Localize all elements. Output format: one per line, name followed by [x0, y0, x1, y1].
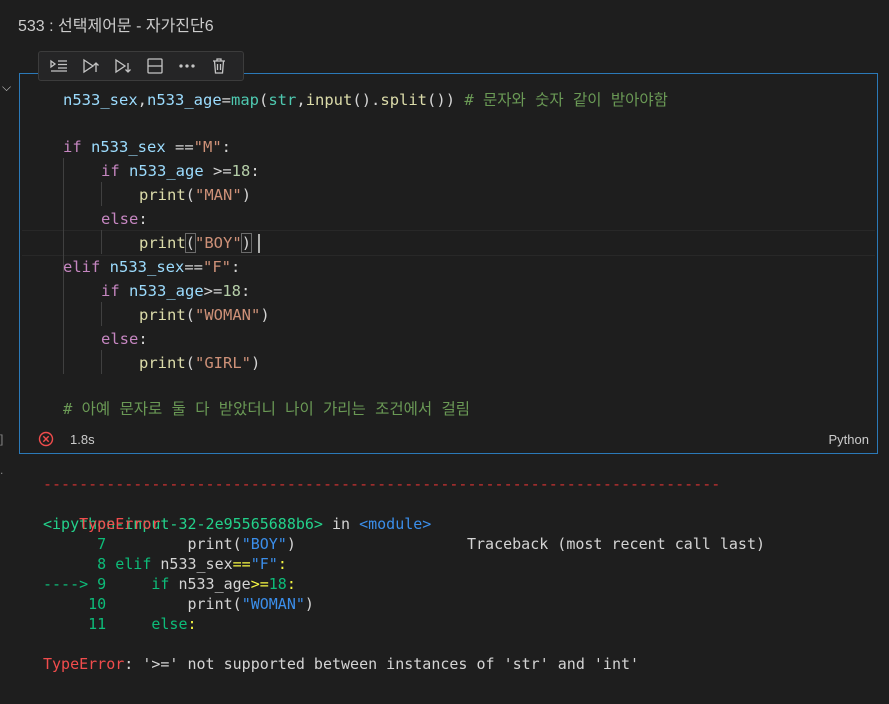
traceback-line-9: ----> 9 if n533_age>=18: [43, 575, 296, 593]
code-line-4: if n533_age >=18: [101, 162, 260, 180]
execution-count-bracket: ] [0, 432, 4, 446]
code-line-8: elif n533_sex=="F": [63, 258, 241, 276]
indent-guide [101, 182, 102, 206]
code-line-14: # 아예 문자로 둘 다 받았더니 나이 가리는 조건에서 걸림 [63, 400, 471, 418]
delete-cell-button[interactable] [203, 53, 235, 79]
output-marker: . [0, 463, 4, 477]
error-message: TypeError: '>=' not supported between in… [43, 655, 640, 673]
delete-icon [213, 58, 225, 74]
cell-toolbar [38, 51, 244, 81]
code-line-9: if n533_age>=18: [101, 282, 251, 300]
cell-status-bar: 1.8s Python [20, 426, 877, 452]
code-line-10: print("WOMAN") [139, 306, 270, 324]
code-line-6: else: [101, 210, 148, 228]
execute-above-icon [83, 58, 99, 74]
code-cell[interactable]: n533_sex,n533_age=map(str,input().split(… [19, 73, 878, 454]
indent-guide [101, 350, 102, 374]
traceback-separator: ----------------------------------------… [43, 475, 721, 493]
indent-guide [101, 302, 102, 326]
execute-below-button[interactable] [107, 53, 139, 79]
notebook-cell-title: 533 : 선택제어문 - 자가진단6 [18, 18, 214, 35]
traceback-location: <ipython-input-32-2e95565688b6> in <modu… [43, 515, 432, 533]
split-cell-button[interactable] [139, 53, 171, 79]
run-by-line-icon [50, 59, 67, 72]
indent-guide [63, 278, 64, 374]
more-icon [179, 64, 195, 68]
language-picker[interactable]: Python [829, 432, 869, 447]
traceback-line-11: 11 else: [43, 615, 197, 633]
cell-output: ----------------------------------------… [43, 474, 873, 674]
execution-time: 1.8s [70, 432, 95, 447]
traceback-line-10: 10 print("WOMAN") [43, 595, 314, 613]
code-editor[interactable]: n533_sex,n533_age=map(str,input().split(… [21, 74, 876, 424]
collapse-chevron-icon[interactable]: ⌵ [2, 80, 11, 95]
split-cell-icon [147, 58, 163, 74]
code-line-5: print("MAN") [139, 186, 252, 204]
code-line-12: print("GIRL") [139, 354, 261, 372]
more-actions-button[interactable] [171, 53, 203, 79]
error-circle-icon [38, 431, 54, 447]
traceback-line-8: 8 elif n533_sex=="F": [43, 555, 287, 573]
traceback-header: TypeError Traceback (most recent call la… [79, 515, 765, 553]
code-line-1: n533_sex,n533_age=map(str,input().split(… [63, 91, 668, 109]
code-line-11: else: [101, 330, 148, 348]
run-by-line-button[interactable] [43, 53, 75, 79]
execute-below-icon [115, 58, 131, 74]
text-cursor [258, 234, 260, 253]
execute-above-button[interactable] [75, 53, 107, 79]
code-line-3: if n533_sex =="M": [63, 138, 232, 156]
code-line-7: print("BOY") [139, 233, 253, 253]
indent-guide [101, 230, 102, 254]
